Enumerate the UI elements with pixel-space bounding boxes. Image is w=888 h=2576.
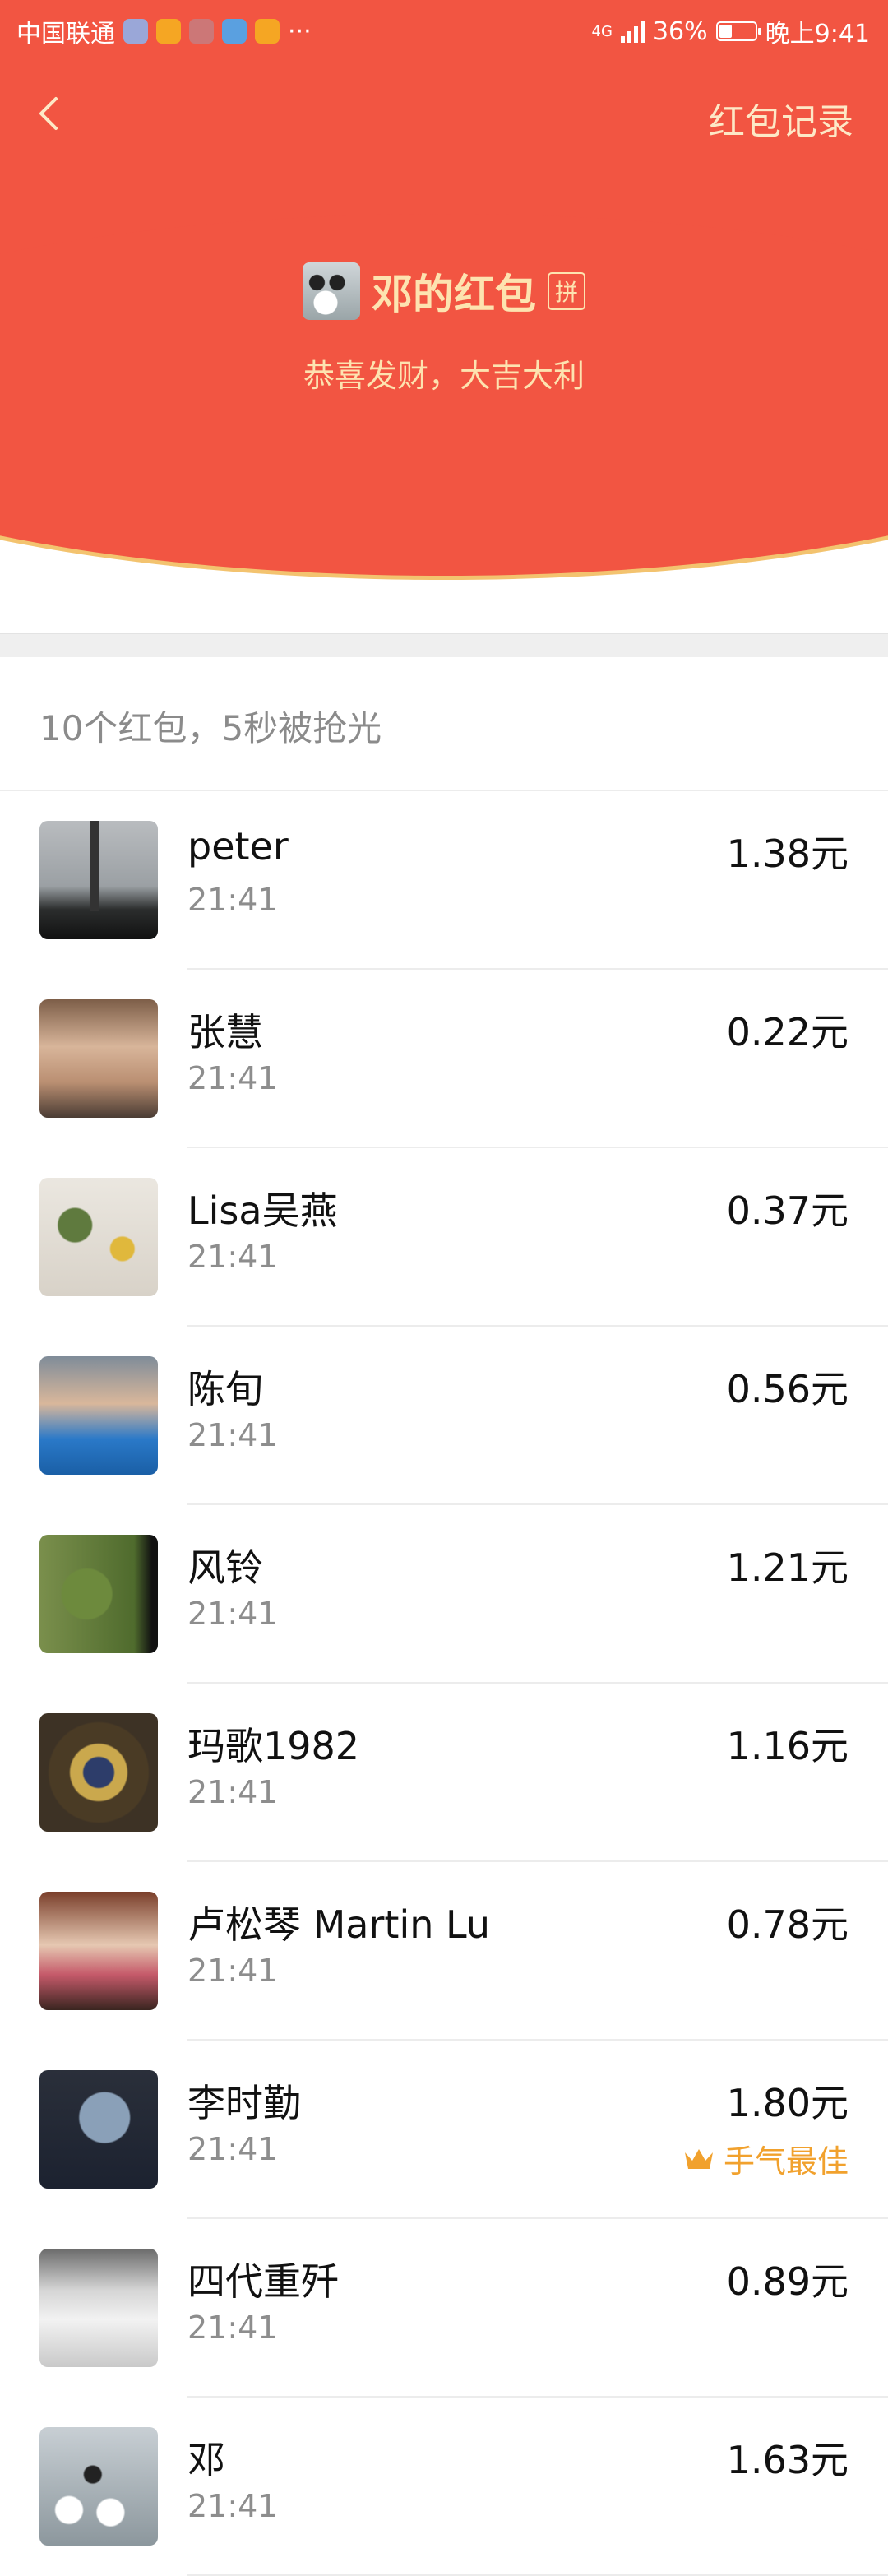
- best-luck-badge: 手气最佳: [682, 2136, 849, 2181]
- claimer-name: 风铃: [187, 1545, 263, 1590]
- sender-avatar[interactable]: [303, 262, 360, 320]
- sender-row: 邓的红包 拼: [0, 262, 888, 321]
- pin-badge: 拼: [548, 272, 585, 310]
- claim-time: 21:41: [187, 1239, 278, 1275]
- claim-amount: 0.22元: [726, 1010, 849, 1054]
- signal-icon: [620, 20, 645, 43]
- battery-percent: 36%: [652, 16, 708, 46]
- crown-icon: [684, 2148, 713, 2169]
- claim-amount: 0.37元: [726, 1188, 849, 1233]
- claim-amount: 1.21元: [726, 1545, 849, 1590]
- claim-amount: 1.63元: [726, 2438, 849, 2482]
- list-item[interactable]: 风铃 21:41 1.21元: [0, 1505, 888, 1684]
- claim-amount: 0.56元: [726, 1367, 849, 1411]
- claimer-name: peter: [187, 824, 289, 869]
- avatar[interactable]: [39, 999, 158, 1118]
- greeting-message: 恭喜发财，大吉大利: [303, 358, 585, 394]
- list-item[interactable]: 邓 21:41 1.63元: [0, 2398, 888, 2576]
- status-right: 4G 36% 晚上9:41: [592, 13, 870, 49]
- claim-amount: 1.80元: [726, 2081, 849, 2125]
- claim-list: peter 21:41 1.38元 张慧 21:41 0.22元 Lisa吴燕 …: [0, 791, 888, 2576]
- avatar[interactable]: [39, 1178, 158, 1296]
- best-luck-label: 手气最佳: [723, 2143, 849, 2180]
- claim-summary: 10个红包，5秒被抢光: [39, 708, 382, 748]
- battery-fill: [719, 25, 732, 38]
- list-item[interactable]: 卢松琴 Martin Lu 21:41 0.78元: [0, 1862, 888, 2041]
- claim-time: 21:41: [187, 2488, 278, 2524]
- headphone-icon: [189, 19, 214, 44]
- claimer-name: 邓: [187, 2438, 225, 2482]
- avatar[interactable]: [39, 1535, 158, 1653]
- list-item[interactable]: Lisa吴燕 21:41 0.37元: [0, 1148, 888, 1327]
- clock: 晚上9:41: [765, 20, 870, 49]
- red-packet-records-link[interactable]: 红包记录: [709, 92, 853, 145]
- claim-time: 21:41: [187, 1953, 278, 1989]
- status-left: 中国联通 ···: [16, 13, 312, 49]
- list-item[interactable]: peter 21:41 1.38元: [0, 791, 888, 970]
- claimer-name: 张慧: [187, 1010, 263, 1054]
- sender-name: 邓的红包: [372, 271, 536, 318]
- claim-time: 21:41: [187, 1774, 278, 1810]
- list-item[interactable]: 四代重歼 21:41 0.89元: [0, 2219, 888, 2398]
- claim-time: 21:41: [187, 1596, 278, 1632]
- list-item[interactable]: 玛歌1982 21:41 1.16元: [0, 1684, 888, 1862]
- status-bar: 中国联通 ··· 4G 36% 晚上9:41: [0, 0, 888, 59]
- battery-icon: [715, 21, 761, 41]
- claimer-name: 玛歌1982: [187, 1724, 360, 1768]
- claim-time: 21:41: [187, 1417, 278, 1453]
- claim-amount: 0.89元: [726, 2259, 849, 2304]
- claim-time: 21:41: [187, 2310, 278, 2346]
- claimer-name: 陈旬: [187, 1367, 263, 1411]
- claimer-name: 卢松琴 Martin Lu: [187, 1902, 490, 1947]
- carrier-label: 中国联通: [16, 20, 115, 49]
- telegram-icon: [222, 19, 247, 44]
- avatar[interactable]: [39, 1892, 158, 2010]
- chevron-left-icon: [39, 97, 58, 130]
- claim-amount: 0.78元: [726, 1902, 849, 1947]
- claim-time: 21:41: [187, 2131, 278, 2167]
- avatar[interactable]: [39, 2249, 158, 2367]
- claimer-name: Lisa吴燕: [187, 1188, 338, 1233]
- red-packet-detail-screen: 中国联通 ··· 4G 36% 晚上9:41 红包记录 邓的红包 拼 恭喜发财，…: [0, 0, 888, 2576]
- more-notifications-icon: ···: [288, 16, 312, 46]
- claim-amount: 1.16元: [726, 1724, 849, 1768]
- claim-amount: 1.38元: [726, 832, 849, 876]
- network-type-label: 4G: [591, 22, 613, 40]
- section-divider: [0, 633, 888, 657]
- avatar[interactable]: [39, 1713, 158, 1832]
- claim-time: 21:41: [187, 1060, 278, 1096]
- claim-time: 21:41: [187, 882, 278, 918]
- avatar[interactable]: [39, 2070, 158, 2189]
- avatar[interactable]: [39, 2427, 158, 2546]
- avatar[interactable]: [39, 1356, 158, 1475]
- claimer-name: 四代重歼: [187, 2259, 339, 2304]
- taobao-icon-2: [255, 19, 280, 44]
- app-notification-icon: [123, 19, 148, 44]
- list-item[interactable]: 陈旬 21:41 0.56元: [0, 1327, 888, 1505]
- list-item[interactable]: 李时勤 21:41 1.80元 手气最佳: [0, 2041, 888, 2219]
- avatar[interactable]: [39, 821, 158, 939]
- taobao-icon: [156, 19, 181, 44]
- list-item[interactable]: 张慧 21:41 0.22元: [0, 970, 888, 1148]
- back-button[interactable]: [25, 89, 74, 138]
- claimer-name: 李时勤: [187, 2081, 301, 2125]
